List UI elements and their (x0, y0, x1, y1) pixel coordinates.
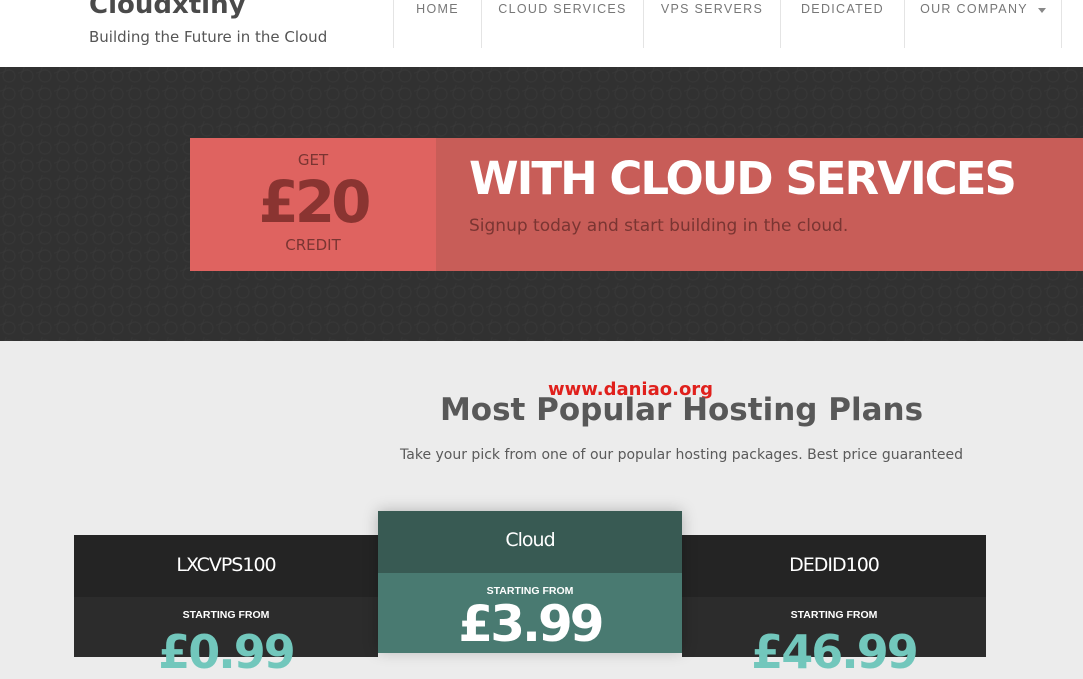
chevron-down-icon (1037, 8, 1046, 13)
promo-amount: £20 (258, 168, 371, 236)
nav-our-company[interactable]: OUR COMPANY (904, 0, 1062, 48)
plans-heading: Most Popular Hosting Plans (439, 392, 924, 428)
nav-cloud-services[interactable]: CLOUD SERVICES (481, 0, 643, 48)
promo-credit-label: CREDIT (285, 236, 341, 254)
site-header: Cloudxtiny Building the Future in the Cl… (0, 0, 1083, 67)
starting-from-label: STARTING FROM (182, 609, 270, 621)
plan-card-dedid100[interactable]: DEDID100 STARTING FROM £46.99 (682, 535, 986, 679)
plan-name: DEDID100 (682, 535, 986, 597)
nav-vps-servers-label: VPS SERVERS (660, 2, 764, 16)
nav-dedicated[interactable]: DEDICATED (780, 0, 904, 48)
plan-price: £0.99 (158, 625, 296, 679)
brand-logo[interactable]: Cloudxtiny (89, 0, 246, 20)
plan-card-cloud[interactable]: Cloud STARTING FROM £3.99 (378, 511, 682, 653)
plan-name: Cloud (378, 511, 682, 573)
plan-price-area: STARTING FROM £3.99 (378, 573, 682, 653)
main-nav: HOME CLOUD SERVICES VPS SERVERS DEDICATE… (393, 0, 1062, 48)
plan-price: £3.99 (458, 595, 604, 653)
nav-dedicated-label: DEDICATED (800, 2, 884, 16)
plan-card-lxcvps100[interactable]: LXCVPS100 STARTING FROM £0.99 (74, 535, 378, 679)
promo-title: WITH CLOUD SERVICES (469, 152, 1017, 205)
plans-subheading: Take your pick from one of our popular h… (400, 447, 963, 463)
plan-price-area: STARTING FROM £46.99 (682, 597, 986, 679)
nav-cloud-services-label: CLOUD SERVICES (498, 2, 627, 16)
promo-banner[interactable]: GET £20 CREDIT WITH CLOUD SERVICES Signu… (190, 138, 1083, 271)
promo-get-label: GET (297, 151, 329, 169)
plan-price: £46.99 (751, 625, 919, 679)
promo-subtitle: Signup today and start building in the c… (469, 216, 849, 236)
nav-home-label: HOME (416, 2, 459, 16)
plan-name: LXCVPS100 (74, 535, 378, 597)
hero-banner: GET £20 CREDIT WITH CLOUD SERVICES Signu… (0, 67, 1083, 341)
plan-price-area: STARTING FROM £0.99 (74, 597, 378, 679)
nav-vps-servers[interactable]: VPS SERVERS (643, 0, 780, 48)
brand-tagline: Building the Future in the Cloud (89, 28, 328, 46)
nav-home[interactable]: HOME (393, 0, 481, 48)
promo-credit-box: GET £20 CREDIT (190, 138, 436, 271)
nav-our-company-label: OUR COMPANY (920, 2, 1028, 16)
starting-from-label: STARTING FROM (790, 609, 878, 621)
